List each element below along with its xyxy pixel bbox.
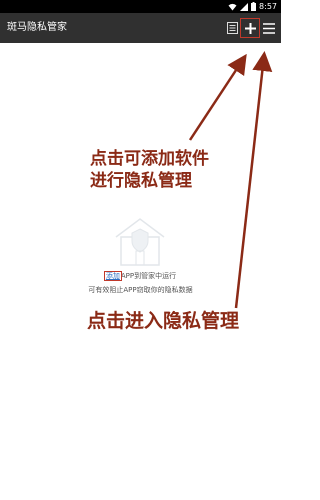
arrow-to-add-icon [188, 53, 247, 141]
annotation-enter-hint: 点击进入隐私管理 [87, 310, 240, 332]
annotation-add-hint: 点击可添加软件 进行隐私管理 [90, 148, 209, 192]
arrow-to-menu-icon [234, 51, 273, 309]
annotation-add-hint-line2: 进行隐私管理 [90, 171, 192, 191]
annotation-arrows [188, 51, 273, 309]
annotation-add-hint-line1: 点击可添加软件 [90, 149, 209, 169]
